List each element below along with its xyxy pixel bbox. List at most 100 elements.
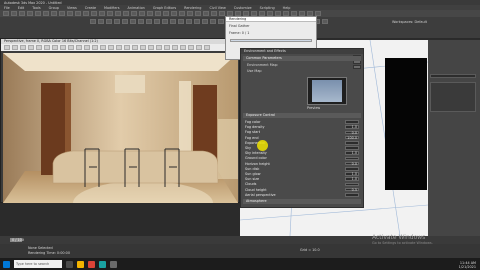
3dsmax-icon[interactable] — [99, 260, 106, 268]
toolbar-button[interactable] — [99, 11, 105, 16]
toolbar-button[interactable] — [83, 11, 89, 16]
vfb-tool-button[interactable] — [196, 45, 202, 50]
ribbon-button[interactable] — [106, 19, 112, 24]
menu-item[interactable]: Modifiers — [104, 6, 119, 10]
env-field-value[interactable]: 0.0 — [345, 161, 359, 166]
toolbar-button[interactable] — [195, 11, 201, 16]
toolbar-button[interactable] — [155, 11, 161, 16]
start-icon[interactable] — [3, 260, 10, 268]
ribbon-button[interactable] — [98, 19, 104, 24]
toolbar-button[interactable] — [187, 11, 193, 16]
toolbar-button[interactable] — [139, 11, 145, 16]
side-button[interactable] — [353, 65, 361, 69]
vfb-tool-button[interactable] — [28, 45, 34, 50]
ribbon-button[interactable] — [146, 19, 152, 24]
vfb-tool-button[interactable] — [108, 45, 114, 50]
env-field-value[interactable]: 100.0 — [345, 135, 359, 140]
toolbar-button[interactable] — [203, 11, 209, 16]
vfb-tool-button[interactable] — [12, 45, 18, 50]
ribbon-button[interactable] — [122, 19, 128, 24]
menu-item[interactable]: File — [4, 6, 10, 10]
taskbar-search[interactable]: Type here to search — [14, 260, 62, 268]
vfb-tool-button[interactable] — [132, 45, 138, 50]
app-icon[interactable] — [110, 260, 117, 268]
workspace-label[interactable]: Workspaces: Default — [392, 20, 427, 24]
menu-item[interactable]: Scripting — [260, 6, 275, 10]
env-field-value[interactable]: 0.5 — [345, 187, 359, 192]
env-field-value[interactable]: 1.0 — [345, 177, 359, 181]
modifier-stack[interactable] — [430, 82, 476, 112]
rollout-atmosphere[interactable]: Atmosphere — [243, 199, 361, 204]
toolbar-button[interactable] — [51, 11, 57, 16]
ribbon-button[interactable] — [154, 19, 160, 24]
toolbar-button[interactable] — [147, 11, 153, 16]
vfb-tool-button[interactable] — [172, 45, 178, 50]
vfb-tool-button[interactable] — [44, 45, 50, 50]
toolbar-button[interactable] — [163, 11, 169, 16]
env-field-value[interactable]: 1.0 — [345, 151, 359, 155]
menu-item[interactable]: Graph Editors — [153, 6, 176, 10]
toolbar-button[interactable] — [75, 11, 81, 16]
vfb-tool-button[interactable] — [124, 45, 130, 50]
ribbon-button[interactable] — [194, 19, 200, 24]
toolbar-button[interactable] — [115, 11, 121, 16]
vfb-tool-button[interactable] — [4, 45, 10, 50]
vfb-tool-button[interactable] — [188, 45, 194, 50]
env-field-value[interactable] — [345, 156, 359, 161]
ribbon-button[interactable] — [186, 19, 192, 24]
env-field-value[interactable]: 1.0 — [345, 172, 359, 176]
env-field-value[interactable] — [345, 146, 359, 150]
rollout-common[interactable]: Common Parameters — [243, 56, 361, 61]
ribbon-button[interactable] — [218, 19, 224, 24]
task-view-icon[interactable] — [66, 260, 73, 268]
toolbar-button[interactable] — [211, 11, 217, 16]
menu-item[interactable]: Tools — [32, 6, 40, 10]
ribbon-button[interactable] — [202, 19, 208, 24]
toolbar-button[interactable] — [11, 11, 17, 16]
menu-item[interactable]: Help — [283, 6, 291, 10]
ribbon-button[interactable] — [138, 19, 144, 24]
menu-item[interactable]: Animation — [128, 6, 145, 10]
vfb-tool-button[interactable] — [92, 45, 98, 50]
toolbar-button[interactable] — [19, 11, 25, 16]
toolbar-button[interactable] — [107, 11, 113, 16]
toolbar-button[interactable] — [171, 11, 177, 16]
env-field-value[interactable] — [345, 193, 359, 197]
vfb-tool-button[interactable] — [204, 45, 210, 50]
ribbon-button[interactable] — [322, 19, 328, 24]
toolbar-button[interactable] — [179, 11, 185, 16]
env-field-value[interactable]: 0.0 — [345, 130, 359, 135]
vfb-tool-button[interactable] — [148, 45, 154, 50]
ribbon-button[interactable] — [210, 19, 216, 24]
vfb-tool-button[interactable] — [164, 45, 170, 50]
vfb-tool-button[interactable] — [180, 45, 186, 50]
toolbar-button[interactable] — [67, 11, 73, 16]
toolbar-button[interactable] — [59, 11, 65, 16]
vfb-tool-button[interactable] — [76, 45, 82, 50]
toolbar-button[interactable] — [35, 11, 41, 16]
vfb-tool-button[interactable] — [36, 45, 42, 50]
use-map-checkbox[interactable]: Use Map — [247, 69, 262, 73]
toolbar-button[interactable] — [131, 11, 137, 16]
ribbon-button[interactable] — [90, 19, 96, 24]
vfb-tool-button[interactable] — [52, 45, 58, 50]
chrome-icon[interactable] — [88, 260, 95, 268]
command-panel[interactable] — [428, 40, 480, 236]
file-explorer-icon[interactable] — [77, 260, 84, 268]
menu-item[interactable]: Rendering — [184, 6, 201, 10]
object-name-field[interactable] — [430, 74, 476, 78]
menu-item[interactable]: Create — [85, 6, 96, 10]
menu-item[interactable]: Civil View — [209, 6, 225, 10]
ribbon-button[interactable] — [170, 19, 176, 24]
menu-item[interactable]: Group — [49, 6, 59, 10]
ribbon-button[interactable] — [114, 19, 120, 24]
menu-item[interactable]: Views — [67, 6, 77, 10]
toolbar-button[interactable] — [27, 11, 33, 16]
env-field-value[interactable] — [345, 141, 359, 145]
env-field-value[interactable]: 1.0 — [345, 125, 359, 129]
toolbar-button[interactable] — [91, 11, 97, 16]
rollout-exposure[interactable]: Exposure Control — [243, 113, 361, 118]
vfb-tool-button[interactable] — [60, 45, 66, 50]
env-field-value[interactable] — [345, 120, 359, 124]
vfb-tool-button[interactable] — [116, 45, 122, 50]
